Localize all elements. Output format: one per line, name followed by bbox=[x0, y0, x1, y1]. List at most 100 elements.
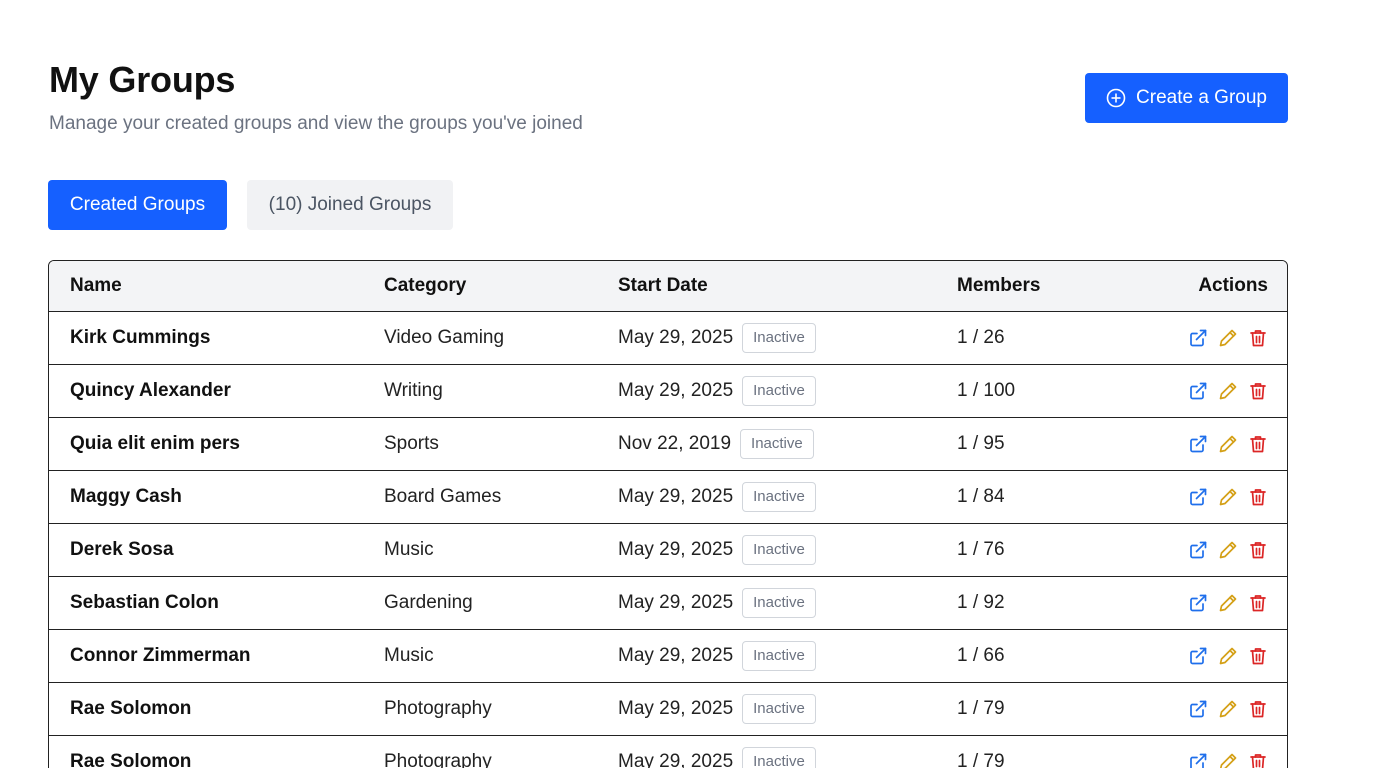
pencil-icon[interactable] bbox=[1218, 752, 1238, 768]
external-link-icon[interactable] bbox=[1188, 328, 1208, 348]
group-start-date: May 29, 2025 bbox=[618, 538, 734, 560]
group-start-date: May 29, 2025 bbox=[618, 379, 734, 401]
group-members: 1 / 26 bbox=[957, 311, 1088, 365]
group-category: Music bbox=[384, 523, 618, 577]
status-badge: Inactive bbox=[742, 587, 816, 618]
group-name: Derek Sosa bbox=[49, 523, 384, 577]
status-badge: Inactive bbox=[742, 640, 816, 671]
column-header-start-date[interactable]: Start Date bbox=[618, 261, 957, 312]
table-row: Connor Zimmerman Music May 29, 2025 Inactiv… bbox=[49, 629, 1287, 683]
trash-icon[interactable] bbox=[1248, 593, 1268, 613]
group-name: Quia elit enim pers bbox=[49, 417, 384, 471]
page-subtitle: Manage your created groups and view the … bbox=[49, 113, 583, 134]
external-link-icon[interactable] bbox=[1188, 487, 1208, 507]
pencil-icon[interactable] bbox=[1218, 381, 1238, 401]
groups-table: Name Category Start Date Members Actions… bbox=[48, 260, 1288, 768]
group-start-date: Nov 22, 2019 bbox=[618, 432, 732, 454]
column-header-name[interactable]: Name bbox=[49, 261, 384, 312]
page: My Groups Manage your created groups and… bbox=[0, 0, 1389, 768]
pencil-icon[interactable] bbox=[1218, 328, 1238, 348]
trash-icon[interactable] bbox=[1248, 381, 1268, 401]
trash-icon[interactable] bbox=[1248, 434, 1268, 454]
group-members: 1 / 92 bbox=[957, 576, 1088, 630]
column-header-members[interactable]: Members bbox=[957, 261, 1088, 312]
table-row: Rae Solomon Photography May 29, 2025 Inacti… bbox=[49, 682, 1287, 736]
status-badge: Inactive bbox=[742, 481, 816, 512]
row-actions bbox=[1088, 364, 1287, 418]
group-start-date-cell: May 29, 2025 Inactive bbox=[618, 470, 957, 524]
row-actions bbox=[1088, 735, 1287, 768]
trash-icon[interactable] bbox=[1248, 646, 1268, 666]
pencil-icon[interactable] bbox=[1218, 646, 1238, 666]
group-members: 1 / 95 bbox=[957, 417, 1088, 471]
group-start-date-cell: Nov 22, 2019 Inactive bbox=[618, 417, 957, 471]
table-row: Maggy Cash Board Games May 29, 2025 Inactiv… bbox=[49, 470, 1287, 524]
group-name: Maggy Cash bbox=[49, 470, 384, 524]
group-name: Connor Zimmerman bbox=[49, 629, 384, 683]
group-name: Rae Solomon bbox=[49, 682, 384, 736]
status-badge: Inactive bbox=[742, 534, 816, 565]
table-row: Quincy Alexander Writing May 29, 2025 Inact… bbox=[49, 364, 1287, 418]
external-link-icon[interactable] bbox=[1188, 752, 1208, 768]
group-start-date-cell: May 29, 2025 Inactive bbox=[618, 629, 957, 683]
external-link-icon[interactable] bbox=[1188, 381, 1208, 401]
row-actions bbox=[1088, 417, 1287, 471]
trash-icon[interactable] bbox=[1248, 328, 1268, 348]
group-start-date-cell: May 29, 2025 Inactive bbox=[618, 311, 957, 365]
external-link-icon[interactable] bbox=[1188, 593, 1208, 613]
page-header: My Groups Manage your created groups and… bbox=[49, 56, 583, 136]
group-members: 1 / 84 bbox=[957, 470, 1088, 524]
pencil-icon[interactable] bbox=[1218, 487, 1238, 507]
group-start-date: May 29, 2025 bbox=[618, 644, 734, 666]
group-start-date-cell: May 29, 2025 Inactive bbox=[618, 682, 957, 736]
tab-joined-groups[interactable]: (10) Joined Groups bbox=[247, 180, 453, 230]
row-actions bbox=[1088, 523, 1287, 577]
trash-icon[interactable] bbox=[1248, 487, 1268, 507]
table-row: Kirk Cummings Video Gaming May 29, 2025 Ina… bbox=[49, 311, 1287, 365]
pencil-icon[interactable] bbox=[1218, 540, 1238, 560]
group-start-date: May 29, 2025 bbox=[618, 326, 734, 348]
group-tabs: Created Groups (10) Joined Groups bbox=[48, 180, 453, 230]
trash-icon[interactable] bbox=[1248, 752, 1268, 768]
external-link-icon[interactable] bbox=[1188, 699, 1208, 719]
table-header-row: Name Category Start Date Members Actions bbox=[49, 261, 1287, 312]
group-category: Music bbox=[384, 629, 618, 683]
group-members: 1 / 66 bbox=[957, 629, 1088, 683]
create-group-button[interactable]: Create a Group bbox=[1085, 73, 1288, 123]
external-link-icon[interactable] bbox=[1188, 434, 1208, 454]
group-members: 1 / 100 bbox=[957, 364, 1088, 418]
table-row: Quia elit enim pers Sports Nov 22, 2019 Ina… bbox=[49, 417, 1287, 471]
status-badge: Inactive bbox=[742, 322, 816, 353]
group-category: Board Games bbox=[384, 470, 618, 524]
pencil-icon[interactable] bbox=[1218, 699, 1238, 719]
pencil-icon[interactable] bbox=[1218, 593, 1238, 613]
group-start-date-cell: May 29, 2025 Inactive bbox=[618, 523, 957, 577]
group-name: Rae Solomon bbox=[49, 735, 384, 768]
external-link-icon[interactable] bbox=[1188, 540, 1208, 560]
group-members: 1 / 76 bbox=[957, 523, 1088, 577]
row-actions bbox=[1088, 576, 1287, 630]
trash-icon[interactable] bbox=[1248, 540, 1268, 560]
page-title: My Groups bbox=[49, 59, 236, 100]
external-link-icon[interactable] bbox=[1188, 646, 1208, 666]
pencil-icon[interactable] bbox=[1218, 434, 1238, 454]
column-header-category[interactable]: Category bbox=[384, 261, 618, 312]
group-start-date: May 29, 2025 bbox=[618, 697, 734, 719]
group-start-date: May 29, 2025 bbox=[618, 591, 734, 613]
status-badge: Inactive bbox=[742, 746, 816, 768]
group-category: Photography bbox=[384, 682, 618, 736]
row-actions bbox=[1088, 682, 1287, 736]
tab-created-groups[interactable]: Created Groups bbox=[48, 180, 227, 230]
status-badge: Inactive bbox=[740, 428, 814, 459]
column-header-actions: Actions bbox=[1088, 261, 1287, 312]
trash-icon[interactable] bbox=[1248, 699, 1268, 719]
status-badge: Inactive bbox=[742, 375, 816, 406]
group-category: Gardening bbox=[384, 576, 618, 630]
group-category: Sports bbox=[384, 417, 618, 471]
row-actions bbox=[1088, 629, 1287, 683]
table-row: Derek Sosa Music May 29, 2025 Inactive 1 / 7… bbox=[49, 523, 1287, 577]
group-name: Quincy Alexander bbox=[49, 364, 384, 418]
group-category: Writing bbox=[384, 364, 618, 418]
group-members: 1 / 79 bbox=[957, 735, 1088, 768]
table-body: Kirk Cummings Video Gaming May 29, 2025 Ina… bbox=[49, 311, 1287, 768]
